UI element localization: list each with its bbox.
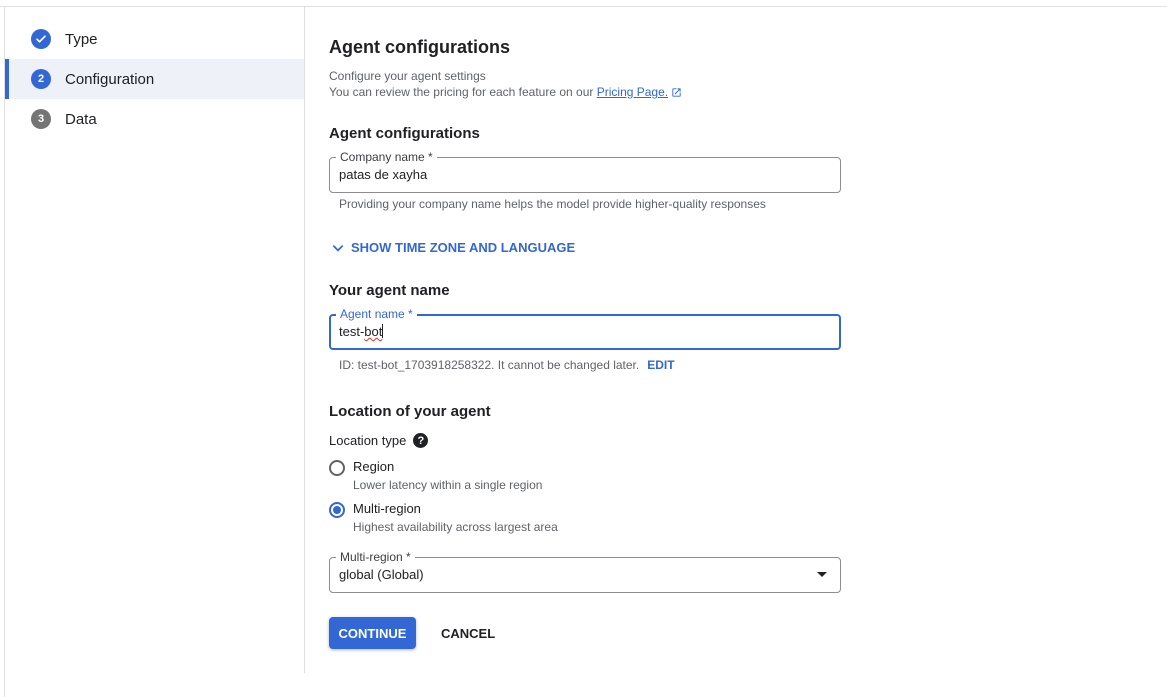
company-name-value: patas de xayha xyxy=(339,167,428,182)
radio-desc-multi-region: Highest availability across largest area xyxy=(353,520,558,534)
radio-button-multi-region[interactable] xyxy=(329,502,345,518)
agent-name-section-title: Your agent name xyxy=(329,282,450,299)
toggle-label: SHOW TIME ZONE AND LANGUAGE xyxy=(351,240,576,255)
location-type-label: Location type xyxy=(329,433,407,448)
agent-name-value: test-bot xyxy=(339,324,384,339)
chevron-down-icon xyxy=(332,244,344,252)
text-caret xyxy=(382,324,384,338)
agent-name-prefix: test- xyxy=(339,324,365,339)
page-title: Agent configurations xyxy=(329,37,510,57)
subtitle-line-2: You can review the pricing for each feat… xyxy=(329,84,682,102)
step-number-2: 2 xyxy=(31,69,51,89)
location-section-title: Location of your agent xyxy=(329,403,491,420)
multi-region-value: global (Global) xyxy=(339,567,424,582)
radio-multi-region[interactable]: Multi-region Highest availability across… xyxy=(329,501,558,535)
step-data[interactable]: 3 Data xyxy=(5,99,304,139)
company-name-field[interactable]: Company name * patas de xayha xyxy=(329,150,841,193)
location-type-row: Location type ? xyxy=(329,433,429,448)
show-timezone-language-toggle[interactable]: SHOW TIME ZONE AND LANGUAGE xyxy=(331,240,575,255)
page-subtitle: Configure your agent settings You can re… xyxy=(329,68,682,102)
radio-label-multi-region: Multi-region xyxy=(353,501,421,516)
help-icon[interactable]: ? xyxy=(413,433,429,448)
step-configuration[interactable]: 2 Configuration xyxy=(5,59,304,99)
step-label-configuration: Configuration xyxy=(65,70,155,88)
company-name-label: Company name * xyxy=(336,150,437,164)
agent-id-hint: ID: test-bot_1703918258322. It cannot be… xyxy=(339,358,675,372)
subtitle-text: You can review the pricing for each feat… xyxy=(329,85,597,99)
pricing-page-link[interactable]: Pricing Page. xyxy=(597,85,668,99)
top-border xyxy=(0,6,1167,7)
agent-name-field[interactable]: Agent name * test-bot xyxy=(329,307,841,350)
dropdown-arrow-icon[interactable] xyxy=(817,572,827,577)
cancel-button[interactable]: CANCEL xyxy=(433,617,503,649)
agent-name-misspelled: bot xyxy=(364,324,383,339)
company-section-title: Agent configurations xyxy=(329,125,480,142)
multi-region-select[interactable]: Multi-region * global (Global) xyxy=(329,550,841,593)
radio-button-region[interactable] xyxy=(329,460,345,476)
step-label-type: Type xyxy=(65,30,98,48)
sidebar-divider xyxy=(304,6,305,673)
stepper-sidebar: Type 2 Configuration 3 Data xyxy=(5,19,304,139)
multi-region-label: Multi-region * xyxy=(336,550,415,564)
external-link-icon xyxy=(671,86,682,102)
agent-id-text: ID: test-bot_1703918258322. It cannot be… xyxy=(339,358,640,372)
step-number-3: 3 xyxy=(31,109,51,129)
subtitle-line-1: Configure your agent settings xyxy=(329,69,486,83)
agent-name-label: Agent name * xyxy=(336,307,417,321)
step-label-data: Data xyxy=(65,110,97,128)
check-icon xyxy=(31,29,51,49)
continue-button[interactable]: CONTINUE xyxy=(329,617,416,649)
edit-id-button[interactable]: EDIT xyxy=(647,358,674,372)
radio-label-region: Region xyxy=(353,459,395,474)
radio-region[interactable]: Region Lower latency within a single reg… xyxy=(329,459,542,493)
radio-desc-region: Lower latency within a single region xyxy=(353,478,543,492)
step-type[interactable]: Type xyxy=(5,19,304,59)
company-name-hint: Providing your company name helps the mo… xyxy=(339,197,766,211)
